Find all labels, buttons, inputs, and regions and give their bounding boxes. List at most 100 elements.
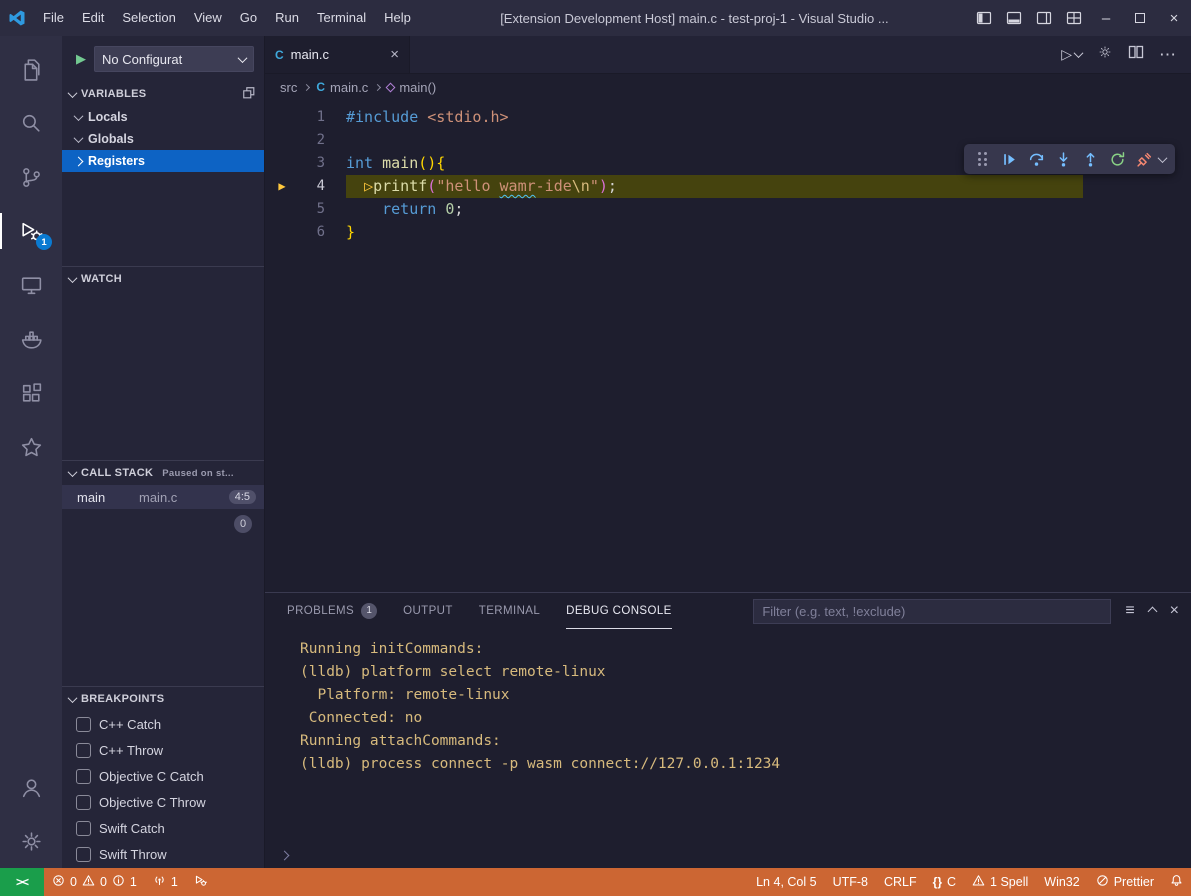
menu-file[interactable]: File bbox=[34, 0, 73, 36]
docker-icon[interactable] bbox=[0, 312, 62, 366]
close-tab-icon[interactable]: × bbox=[390, 46, 399, 63]
glyph-margin[interactable] bbox=[265, 152, 299, 175]
glyph-margin[interactable] bbox=[265, 129, 299, 152]
language-mode[interactable]: {} C bbox=[925, 868, 964, 896]
source-control-icon[interactable] bbox=[0, 150, 62, 204]
encoding-status[interactable]: UTF-8 bbox=[825, 868, 876, 896]
checkbox-unchecked[interactable] bbox=[76, 743, 91, 758]
eol-status[interactable]: CRLF bbox=[876, 868, 925, 896]
restart-icon[interactable] bbox=[1104, 144, 1131, 174]
breakpoint-item-c-catch[interactable]: C++ Catch bbox=[62, 711, 264, 737]
toolbar-chevron-down-icon[interactable] bbox=[1158, 153, 1168, 163]
settings-gear-icon[interactable] bbox=[0, 814, 62, 868]
maximize-button[interactable] bbox=[1123, 0, 1157, 36]
panel-tab-terminal[interactable]: TERMINAL bbox=[479, 593, 540, 629]
checkbox-unchecked[interactable] bbox=[76, 795, 91, 810]
menu-edit[interactable]: Edit bbox=[73, 0, 113, 36]
panel-tab-output[interactable]: OUTPUT bbox=[403, 593, 453, 629]
menu-run[interactable]: Run bbox=[266, 0, 308, 36]
console-filter-input[interactable] bbox=[753, 599, 1111, 624]
line-number[interactable]: 1 bbox=[299, 106, 325, 129]
minimize-button[interactable]: – bbox=[1089, 0, 1123, 36]
checkbox-unchecked[interactable] bbox=[76, 847, 91, 862]
variables-section-header[interactable]: VARIABLES bbox=[62, 82, 264, 106]
step-over-icon[interactable] bbox=[1023, 144, 1050, 174]
panel-tab-debug-console[interactable]: DEBUG CONSOLE bbox=[566, 593, 672, 629]
tab-main-c[interactable]: Cmain.c× bbox=[265, 36, 410, 73]
remote-explorer-icon[interactable] bbox=[0, 258, 62, 312]
breakpoint-item-objective-c-catch[interactable]: Objective C Catch bbox=[62, 763, 264, 789]
explorer-icon[interactable] bbox=[0, 42, 62, 96]
customize-layout-icon[interactable] bbox=[1059, 0, 1089, 36]
line-number[interactable]: 4 bbox=[299, 175, 325, 198]
console-input[interactable] bbox=[265, 842, 1191, 868]
extensions-icon[interactable] bbox=[0, 366, 62, 420]
toggle-sidebar-icon[interactable] bbox=[969, 0, 999, 36]
checkbox-unchecked[interactable] bbox=[76, 717, 91, 732]
toggle-panel-icon[interactable] bbox=[999, 0, 1029, 36]
cursor-position[interactable]: Ln 4, Col 5 bbox=[748, 868, 824, 896]
ports-status[interactable]: 1 bbox=[145, 868, 186, 896]
editor-gear-icon[interactable] bbox=[1097, 44, 1113, 65]
prettier-status[interactable]: Prettier bbox=[1088, 868, 1162, 896]
watch-section-header[interactable]: WATCH bbox=[62, 267, 264, 291]
more-actions-icon[interactable]: ⋯ bbox=[1159, 45, 1177, 65]
breakpoint-item-objective-c-throw[interactable]: Objective C Throw bbox=[62, 789, 264, 815]
spell-status[interactable]: 1 Spell bbox=[964, 868, 1036, 896]
code-line-1[interactable]: 1#include <stdio.h> bbox=[265, 106, 1191, 129]
line-number[interactable]: 3 bbox=[299, 152, 325, 175]
platform-status[interactable]: Win32 bbox=[1036, 868, 1087, 896]
variables-item-locals[interactable]: Locals bbox=[62, 106, 264, 128]
glyph-margin[interactable] bbox=[265, 106, 299, 129]
menu-help[interactable]: Help bbox=[375, 0, 420, 36]
line-number[interactable]: 6 bbox=[299, 221, 325, 244]
debug-current-line-arrow-icon[interactable]: ▶ bbox=[265, 175, 299, 198]
menu-terminal[interactable]: Terminal bbox=[308, 0, 375, 36]
close-panel-icon[interactable]: × bbox=[1170, 602, 1179, 620]
checkbox-unchecked[interactable] bbox=[76, 821, 91, 836]
breakpoint-item-swift-catch[interactable]: Swift Catch bbox=[62, 815, 264, 841]
star-icon[interactable] bbox=[0, 420, 62, 474]
collapse-all-icon[interactable] bbox=[242, 86, 256, 103]
toggle-secondary-sidebar-icon[interactable] bbox=[1029, 0, 1059, 36]
line-number[interactable]: 2 bbox=[299, 129, 325, 152]
step-out-icon[interactable] bbox=[1077, 144, 1104, 174]
problems-status[interactable]: 0 0 1 bbox=[44, 868, 145, 896]
glyph-margin[interactable] bbox=[265, 221, 299, 244]
checkbox-unchecked[interactable] bbox=[76, 769, 91, 784]
menu-go[interactable]: Go bbox=[231, 0, 266, 36]
accounts-icon[interactable] bbox=[0, 760, 62, 814]
menu-selection[interactable]: Selection bbox=[113, 0, 184, 36]
console-levels-icon[interactable]: ≡ bbox=[1125, 602, 1134, 620]
code-line-4[interactable]: ▶4 ▷printf("hello wamr-ide\n"); bbox=[265, 175, 1191, 198]
variables-item-registers[interactable]: Registers bbox=[62, 150, 264, 172]
breadcrumb-item-src[interactable]: src bbox=[280, 80, 297, 95]
debug-status[interactable] bbox=[186, 868, 215, 896]
maximize-panel-icon[interactable] bbox=[1147, 606, 1157, 616]
call-stack-section-header[interactable]: CALL STACK Paused on st... bbox=[62, 461, 264, 485]
close-button[interactable]: × bbox=[1157, 0, 1191, 36]
menu-view[interactable]: View bbox=[185, 0, 231, 36]
debug-configuration-dropdown[interactable]: No Configurat bbox=[94, 46, 254, 72]
run-and-debug-icon[interactable]: 1 bbox=[0, 204, 62, 258]
breakpoints-section-header[interactable]: BREAKPOINTS bbox=[62, 687, 264, 711]
editor-pane[interactable]: 1#include <stdio.h>23int main(){▶4 ▷prin… bbox=[265, 100, 1191, 592]
run-file-button[interactable]: ▷ bbox=[1061, 46, 1082, 63]
code-line-5[interactable]: 5 return 0; bbox=[265, 198, 1191, 221]
toolbar-drag-handle[interactable] bbox=[969, 144, 996, 174]
breadcrumb-item-main[interactable]: main() bbox=[387, 80, 436, 95]
remote-indicator[interactable]: >< bbox=[0, 868, 44, 896]
step-into-icon[interactable] bbox=[1050, 144, 1077, 174]
continue-icon[interactable] bbox=[996, 144, 1023, 174]
breakpoint-item-c-throw[interactable]: C++ Throw bbox=[62, 737, 264, 763]
disconnect-icon[interactable] bbox=[1131, 144, 1158, 174]
breadcrumb-item-main-c[interactable]: Cmain.c bbox=[316, 80, 368, 95]
search-icon[interactable] bbox=[0, 96, 62, 150]
notifications-bell[interactable] bbox=[1162, 868, 1191, 896]
breakpoint-item-swift-throw[interactable]: Swift Throw bbox=[62, 841, 264, 867]
variables-item-globals[interactable]: Globals bbox=[62, 128, 264, 150]
line-number[interactable]: 5 bbox=[299, 198, 325, 221]
call-stack-frame[interactable]: mainmain.c4:5 bbox=[62, 485, 264, 509]
glyph-margin[interactable] bbox=[265, 198, 299, 221]
code-line-6[interactable]: 6} bbox=[265, 221, 1191, 244]
